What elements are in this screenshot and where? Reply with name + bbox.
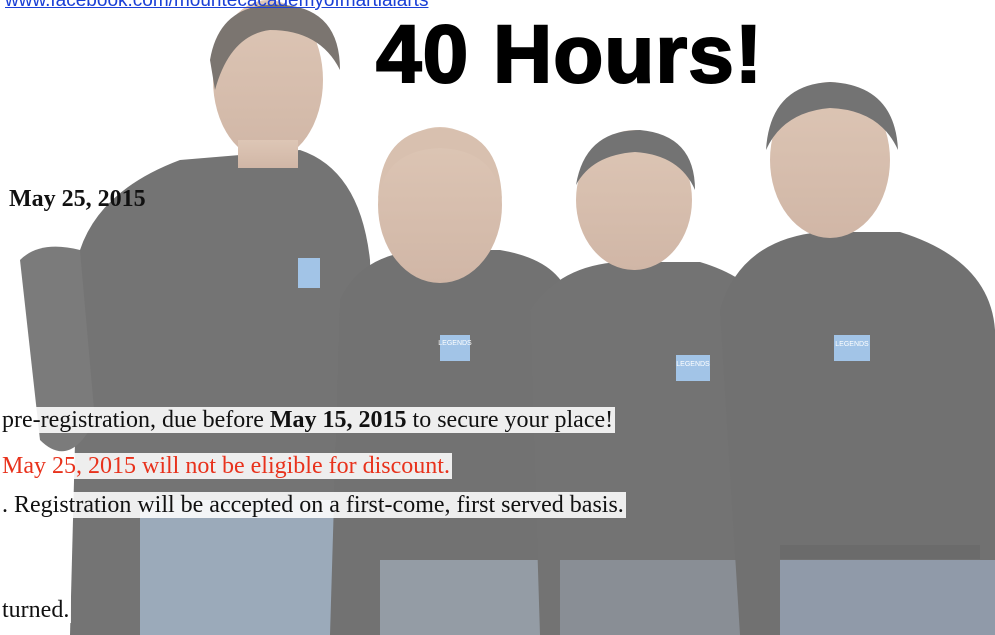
secure-place-text: to secure your place! (406, 407, 614, 433)
discount-warning-text: May 25, 2015 will not be eligible for di… (0, 453, 452, 479)
registration-policy-text: . Registration will be accepted on a fir… (0, 492, 626, 518)
pre-registration-text: pre-registration, due before (2, 407, 270, 433)
pre-registration-line: pre-registration, due before May 15, 201… (0, 407, 616, 434)
registration-policy-line: . Registration will be accepted on a fir… (0, 492, 626, 519)
returned-text: turned. (0, 597, 72, 623)
headline-title: 40 Hours! (375, 9, 764, 101)
facebook-link[interactable]: www.facebook.com/mountecacademyofmartial… (5, 0, 428, 12)
event-date: May 25, 2015 (9, 186, 146, 212)
returned-line: turned. (0, 597, 72, 624)
deadline-date: May 15, 2015 (269, 407, 407, 433)
discount-warning-line: May 25, 2015 will not be eligible for di… (0, 453, 452, 480)
